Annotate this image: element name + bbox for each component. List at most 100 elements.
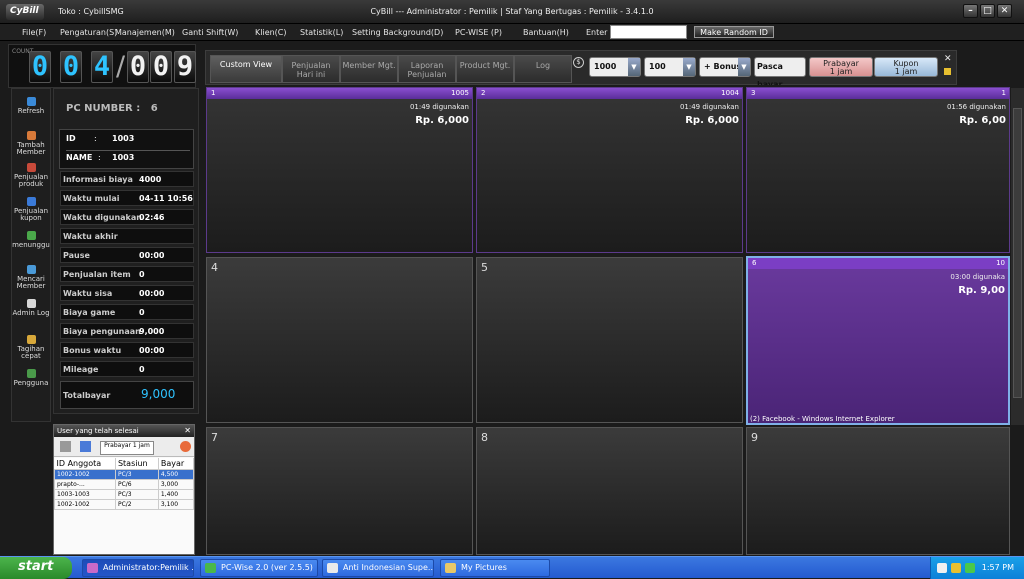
start-button[interactable]: start [0, 557, 72, 579]
info-row: Waktu digunakan 02:46 [60, 209, 194, 225]
info-key: Waktu akhir [63, 232, 118, 241]
pc-tile-header [207, 88, 472, 99]
menu-file[interactable]: File(F) [22, 28, 46, 37]
tray-icon[interactable] [937, 563, 947, 573]
pc-used-time: 03:00 digunaka [950, 273, 1005, 281]
minimize-icon[interactable]: – [963, 4, 978, 18]
column-header[interactable]: Stasiun [115, 458, 159, 470]
finished-users-panel: User yang telah selesai ✕ Prabayar 1 jam… [53, 424, 195, 555]
table-cell: PC/3 [114, 489, 159, 500]
list-icon[interactable] [80, 441, 91, 452]
scrollbar-thumb[interactable] [1013, 108, 1022, 398]
close-toolbar-icon[interactable]: ✕ [944, 54, 952, 64]
menu-ganti-shift[interactable]: Ganti Shift(W) [182, 28, 238, 37]
pc-tile-4[interactable]: 4 [206, 257, 473, 423]
pengguna-button[interactable]: Pengguna [12, 369, 50, 387]
pc-number: 2 [481, 89, 486, 97]
coin-icon: $ [573, 57, 584, 68]
pc-number-label: PC NUMBER : [66, 103, 141, 114]
pc-tile-9[interactable]: 9 [746, 427, 1010, 555]
menu-manajemen[interactable]: Manajemen(M) [115, 28, 175, 37]
pc-tile-5[interactable]: 5 [476, 257, 743, 423]
lock-icon[interactable] [944, 68, 951, 75]
filter-select[interactable]: Prabayar 1 jam [100, 441, 154, 455]
table-cell: prapto-... [54, 479, 116, 490]
make-random-id-button[interactable]: Make Random ID [694, 26, 774, 38]
prabayar-button[interactable]: Prabayar 1 jam [809, 57, 873, 77]
tab-custom-view[interactable]: Custom View [210, 55, 282, 83]
table-cell: 3,100 [157, 499, 194, 510]
menu-pc-wise[interactable]: PC-WISE (P) [455, 28, 502, 37]
pc-tile-3[interactable]: 3 1 01:56 digunakan Rp. 6,00 [746, 87, 1010, 253]
bonus-select[interactable]: + Bonus ▼ [699, 57, 751, 77]
maximize-icon[interactable]: □ [980, 4, 995, 18]
column-header[interactable]: ID Anggota [54, 458, 116, 470]
chevron-down-icon: ▼ [683, 58, 695, 76]
tab-log[interactable]: Log [514, 55, 572, 83]
taskbar-item[interactable]: PC-Wise 2.0 (ver 2.5.5) [200, 559, 318, 577]
tab-member-mgt[interactable]: Member Mgt. [340, 55, 398, 83]
refresh-icon[interactable] [180, 441, 191, 452]
pc-number: 8 [481, 431, 488, 444]
pc-info-panel: PC NUMBER : 6 ID : 1003 NAME : 1003 Info… [53, 88, 199, 414]
pc-tile-7[interactable]: 7 [206, 427, 473, 555]
tray-icon[interactable] [951, 563, 961, 573]
table-cell: 1002-1002 [54, 469, 116, 480]
table-row[interactable]: 1003-1003 PC/3 1,400 [54, 489, 194, 500]
pc-tile-8[interactable]: 8 [476, 427, 743, 555]
pc-number: 3 [751, 89, 756, 97]
enter-input[interactable] [610, 25, 687, 39]
amount-select-1-value: 1000 [594, 62, 617, 71]
user-panel-header: User yang telah selesai [54, 425, 194, 437]
table-cell: 1003-1003 [54, 489, 116, 500]
menu-pengaturan[interactable]: Pengaturan(S) [60, 28, 117, 37]
tagihan-cepat-label: Tagihan cepat [17, 345, 45, 360]
total-label: Totalbayar [63, 391, 111, 400]
pc-number: 6 [752, 259, 757, 267]
bill-icon [26, 335, 36, 344]
tagihan-cepat-button[interactable]: Tagihan cepat [12, 335, 50, 360]
refresh-button[interactable]: Refresh [12, 97, 50, 115]
info-row: Waktu mulai 04-11 10:56 [60, 190, 194, 206]
user-icon[interactable] [60, 441, 71, 452]
taskbar-item[interactable]: Anti Indonesian Supe... [322, 559, 434, 577]
menu-bantuan[interactable]: Bantuan(H) [523, 28, 569, 37]
pasca-bayar-button[interactable]: Pasca bayar [754, 57, 806, 89]
table-row[interactable]: prapto-... PC/6 3,000 [54, 479, 194, 490]
tab-product-mgt[interactable]: Product Mgt. [456, 55, 514, 83]
kupon-button[interactable]: Kupon 1 jam [874, 57, 938, 77]
pc-number: 4 [211, 261, 218, 274]
taskbar-item[interactable]: Administrator:Pemilik ... [82, 559, 194, 577]
penjualan-produk-button[interactable]: Penjualan produk [12, 163, 50, 188]
name-value: 1003 [112, 153, 135, 162]
pc-number-value: 6 [150, 103, 158, 114]
info-key: Waktu mulai [63, 194, 120, 203]
table-row[interactable]: 1002-1002 PC/3 4,500 [54, 469, 194, 480]
menu-statistik[interactable]: Statistik(L) [300, 28, 343, 37]
menu-klien[interactable]: Klien(C) [255, 28, 287, 37]
menunggu-button[interactable]: menunggu [12, 231, 50, 249]
id-label: ID [66, 134, 76, 143]
tab-penjualan-hari-ini[interactable]: Penjualan Hari ini [282, 55, 340, 83]
taskbar-item[interactable]: My Pictures [440, 559, 550, 577]
penjualan-kupon-button[interactable]: Penjualan kupon [12, 197, 50, 222]
pc-tile-6[interactable]: 6 10 03:00 digunaka Rp. 9,00 (2) Faceboo… [746, 256, 1010, 425]
pc-tile-1[interactable]: 1 1005 01:49 digunakan Rp. 6,000 [206, 87, 473, 253]
pc-cost: Rp. 6,00 [959, 115, 1006, 126]
tambah-member-button[interactable]: Tambah Member [12, 131, 50, 156]
admin-log-button[interactable]: Admin Log [12, 299, 50, 317]
tab-laporan-penjualan[interactable]: Laporan Penjualan [398, 55, 456, 83]
menu-setting-background[interactable]: Setting Background(D) [352, 28, 443, 37]
table-row[interactable]: 1002-1002 PC/2 3,100 [54, 499, 194, 510]
amount-select-1[interactable]: 1000 ▼ [589, 57, 641, 77]
column-header[interactable]: Bayar [158, 458, 194, 470]
left-sidebar: Refresh Tambah Member Penjualan produk P… [11, 88, 51, 422]
tambah-member-label: Tambah Member [16, 141, 46, 156]
pc-tile-2[interactable]: 2 1004 01:49 digunakan Rp. 6,000 [476, 87, 743, 253]
close-icon[interactable]: ✕ [997, 4, 1012, 18]
vertical-scrollbar[interactable] [1011, 88, 1024, 425]
amount-select-2[interactable]: 100 ▼ [644, 57, 696, 77]
mencari-member-button[interactable]: Mencari Member [12, 265, 50, 290]
close-icon[interactable]: ✕ [184, 426, 191, 435]
tray-icon[interactable] [965, 563, 975, 573]
